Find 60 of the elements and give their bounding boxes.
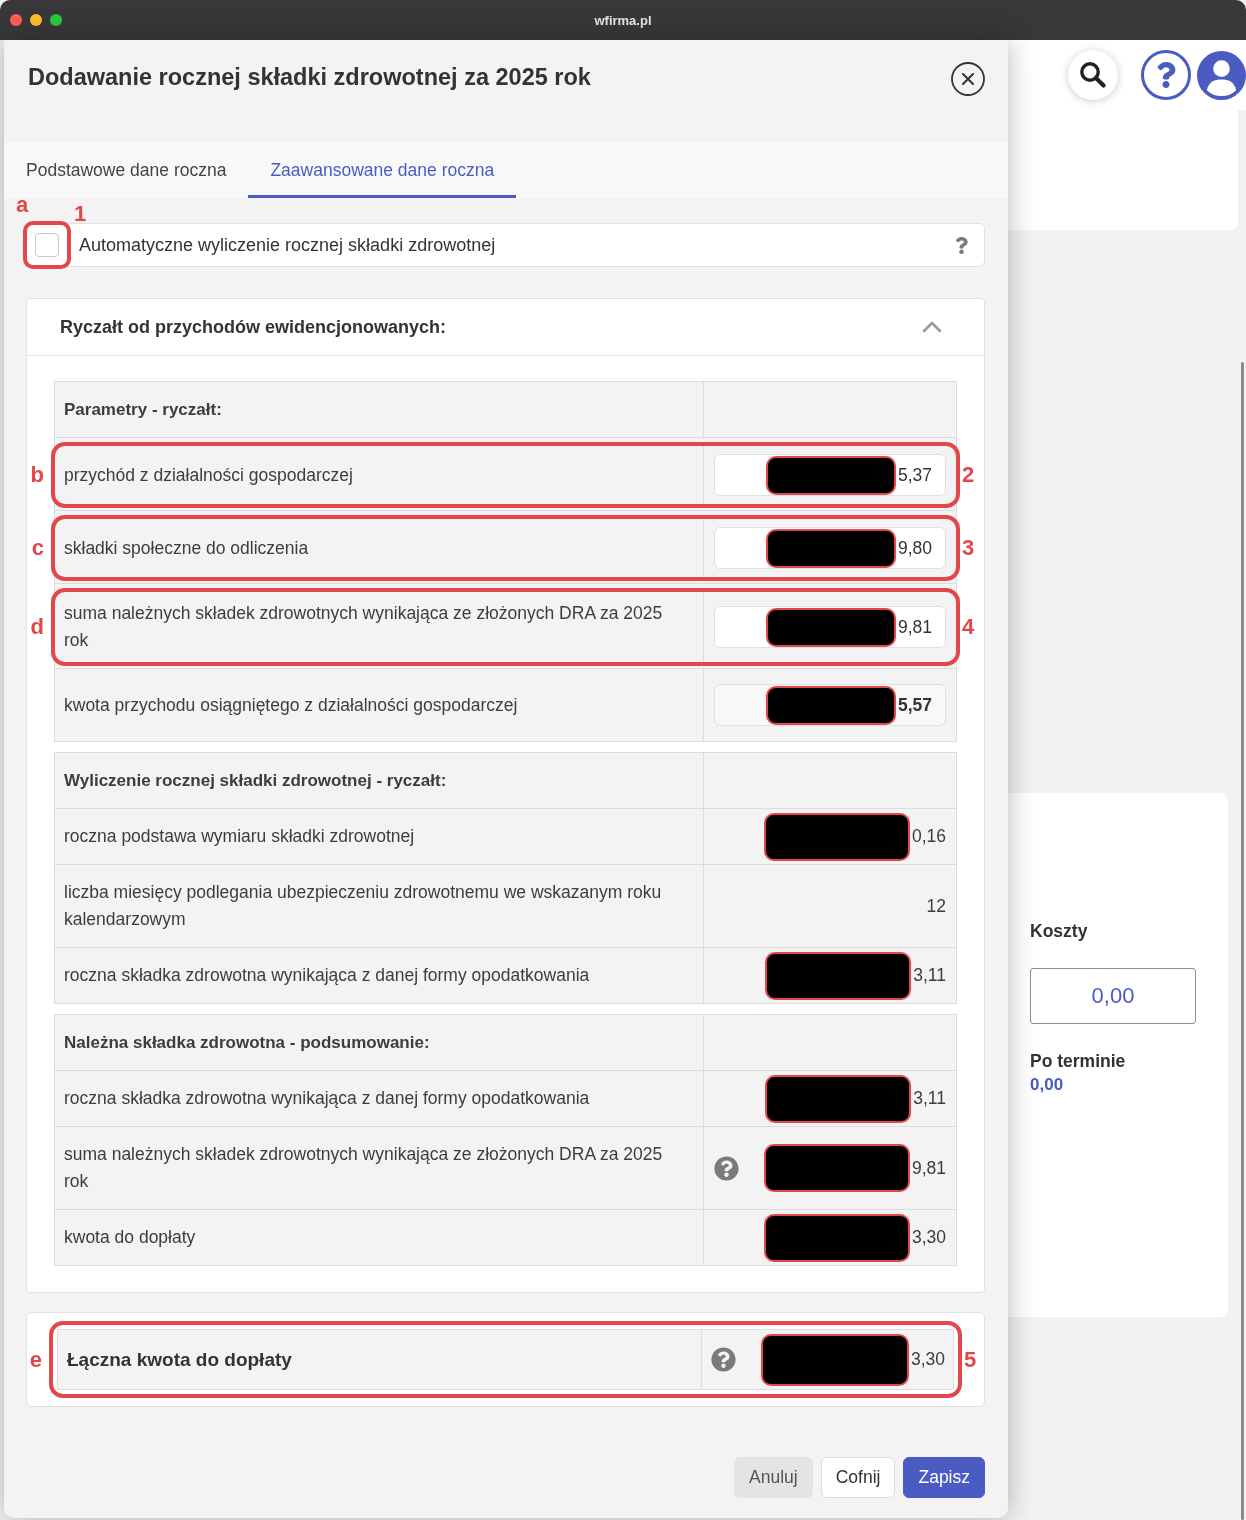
scrollbar-thumb[interactable] [1241,362,1244,1520]
overdue-label: Po terminie [1030,1050,1126,1072]
amount-value: 3,11 [913,1088,946,1109]
row-label: składki społeczne do odliczenia [64,536,309,560]
checkbox-label: Automatyczne wyliczenie rocznej składki zdrowotnej [79,234,496,256]
row-label: liczba miesięcy podlegania ubezpieczeniu zdrowotnemu we wskazanym roku kalendarzowym [64,881,663,931]
section-title: Ryczałt od przychodów ewidencjonowanych: [60,316,447,338]
help-icon[interactable] [1141,50,1191,100]
close-icon[interactable] [951,62,985,96]
tab[interactable]: Zaawansowane dane roczna [248,142,517,198]
row-label: suma należnych składek zdrowotnych wynikająca ze złożonych DRA za 2025 rok [64,1143,664,1193]
amount-value: 0,16 [911,826,946,847]
table-heading: Należna składka zdrowotna - podsumowanie: [64,1032,430,1054]
row-label: suma należnych składek zdrowotnych wynikająca ze złożonych DRA za 2025 rok [64,602,664,652]
total-label: Łączna kwota do dopłaty [67,1348,292,1371]
row-label: kwota przychodu osiągniętego z działalności gospodarczej [64,693,518,717]
costs-label: Koszty [1030,920,1088,942]
chevron-icon[interactable] [922,321,942,333]
window-zoom-button[interactable] [50,14,62,26]
amount-value: 12 [926,895,946,917]
annotation-number: 2 [962,464,975,486]
help-icon[interactable] [711,1347,736,1372]
save-button[interactable]: Zapisz [903,1457,985,1498]
row-label: roczna składka zdrowotna wynikająca z danej formy opodatkowania [64,1087,590,1110]
overdue-value: 0,00 [1030,1075,1064,1095]
amount-field: 5,57 [714,684,946,726]
annotation-number: 4 [962,616,975,638]
amount-field[interactable]: 5,37 [714,454,946,496]
search-button[interactable] [1068,50,1118,100]
amount-value: 3,11 [913,965,946,986]
row-label: roczna podstawa wymiaru składki zdrowotnej [64,825,415,848]
costs-field[interactable]: 0,00 [1030,968,1196,1024]
cancel-button[interactable]: Anuluj [734,1457,813,1498]
window-close-button[interactable] [10,14,22,26]
annotation-number: 5 [964,1348,977,1371]
row-label: przychód z działalności gospodarczej [64,463,353,487]
row-label: kwota do dopłaty [64,1226,196,1249]
annotation-letter: d [30,616,44,638]
table-heading: Parametry - ryczałt: [64,399,222,421]
window-title: wfirma.pl [594,12,652,28]
amount-field[interactable]: 9,80 [714,527,946,569]
amount-value: 3,30 [911,1227,946,1248]
search-icon [1080,62,1106,88]
window-minimize-button[interactable] [30,14,42,26]
help-icon[interactable] [953,236,970,254]
amount-field[interactable]: 9,81 [714,606,946,648]
total-value: 3,30 [910,1349,945,1370]
annotation-number: 1 [74,203,87,225]
avatar-icon[interactable] [1197,50,1246,100]
checkbox[interactable] [35,233,59,257]
annotation-letter: b [30,464,44,486]
help-icon[interactable] [714,1155,739,1181]
dialog-title: Dodawanie rocznej składki zdrowotnej za 2025 rok [28,63,591,92]
annotation-letter: c [31,537,44,559]
annotation-number: 3 [962,537,975,559]
table-heading: Wyliczenie rocznej składki zdrowotnej - ryczałt: [64,770,447,792]
annotation-letter: e [29,1348,42,1371]
amount-value: 9,81 [911,1157,946,1179]
back-button[interactable]: Cofnij [820,1457,896,1498]
row-label: roczna składka zdrowotna wynikająca z danej formy opodatkowania [64,964,590,987]
